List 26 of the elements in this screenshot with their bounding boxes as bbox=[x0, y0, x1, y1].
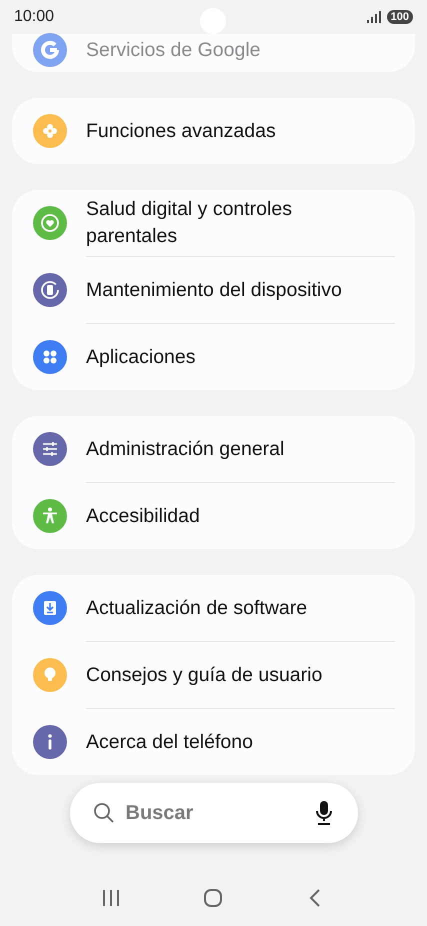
clock: 10:00 bbox=[14, 8, 54, 26]
settings-item[interactable]: Salud digital y controles parentales bbox=[12, 190, 415, 256]
info-icon bbox=[33, 725, 67, 759]
signal-icon bbox=[366, 11, 383, 23]
settings-item[interactable]: Funciones avanzadas bbox=[12, 98, 415, 164]
settings-item[interactable]: Accesibilidad bbox=[12, 483, 415, 549]
settings-item[interactable]: Consejos y guía de usuario bbox=[12, 642, 415, 708]
battery-level: 100 bbox=[386, 10, 413, 24]
search-bar[interactable]: Buscar bbox=[70, 783, 358, 843]
accessibility-icon bbox=[33, 499, 67, 533]
bulb-icon bbox=[33, 658, 67, 692]
sliders-icon bbox=[33, 432, 67, 466]
apps-icon bbox=[33, 340, 67, 374]
settings-item[interactable]: Aplicaciones bbox=[12, 324, 415, 390]
home-icon[interactable] bbox=[203, 888, 224, 908]
microphone-icon[interactable] bbox=[314, 800, 334, 826]
flower-icon bbox=[33, 114, 67, 148]
phone-icon bbox=[33, 273, 67, 307]
recent-apps-icon[interactable] bbox=[101, 888, 122, 908]
search-input[interactable]: Buscar bbox=[124, 800, 306, 826]
search-icon bbox=[92, 801, 116, 825]
settings-item[interactable]: Acerca del teléfono bbox=[12, 709, 415, 775]
settings-item[interactable]: Administración general bbox=[12, 416, 415, 482]
settings-item[interactable]: Actualización de software bbox=[12, 575, 415, 641]
settings-item[interactable]: Mantenimiento del dispositivo bbox=[12, 257, 415, 323]
download-icon bbox=[33, 591, 67, 625]
